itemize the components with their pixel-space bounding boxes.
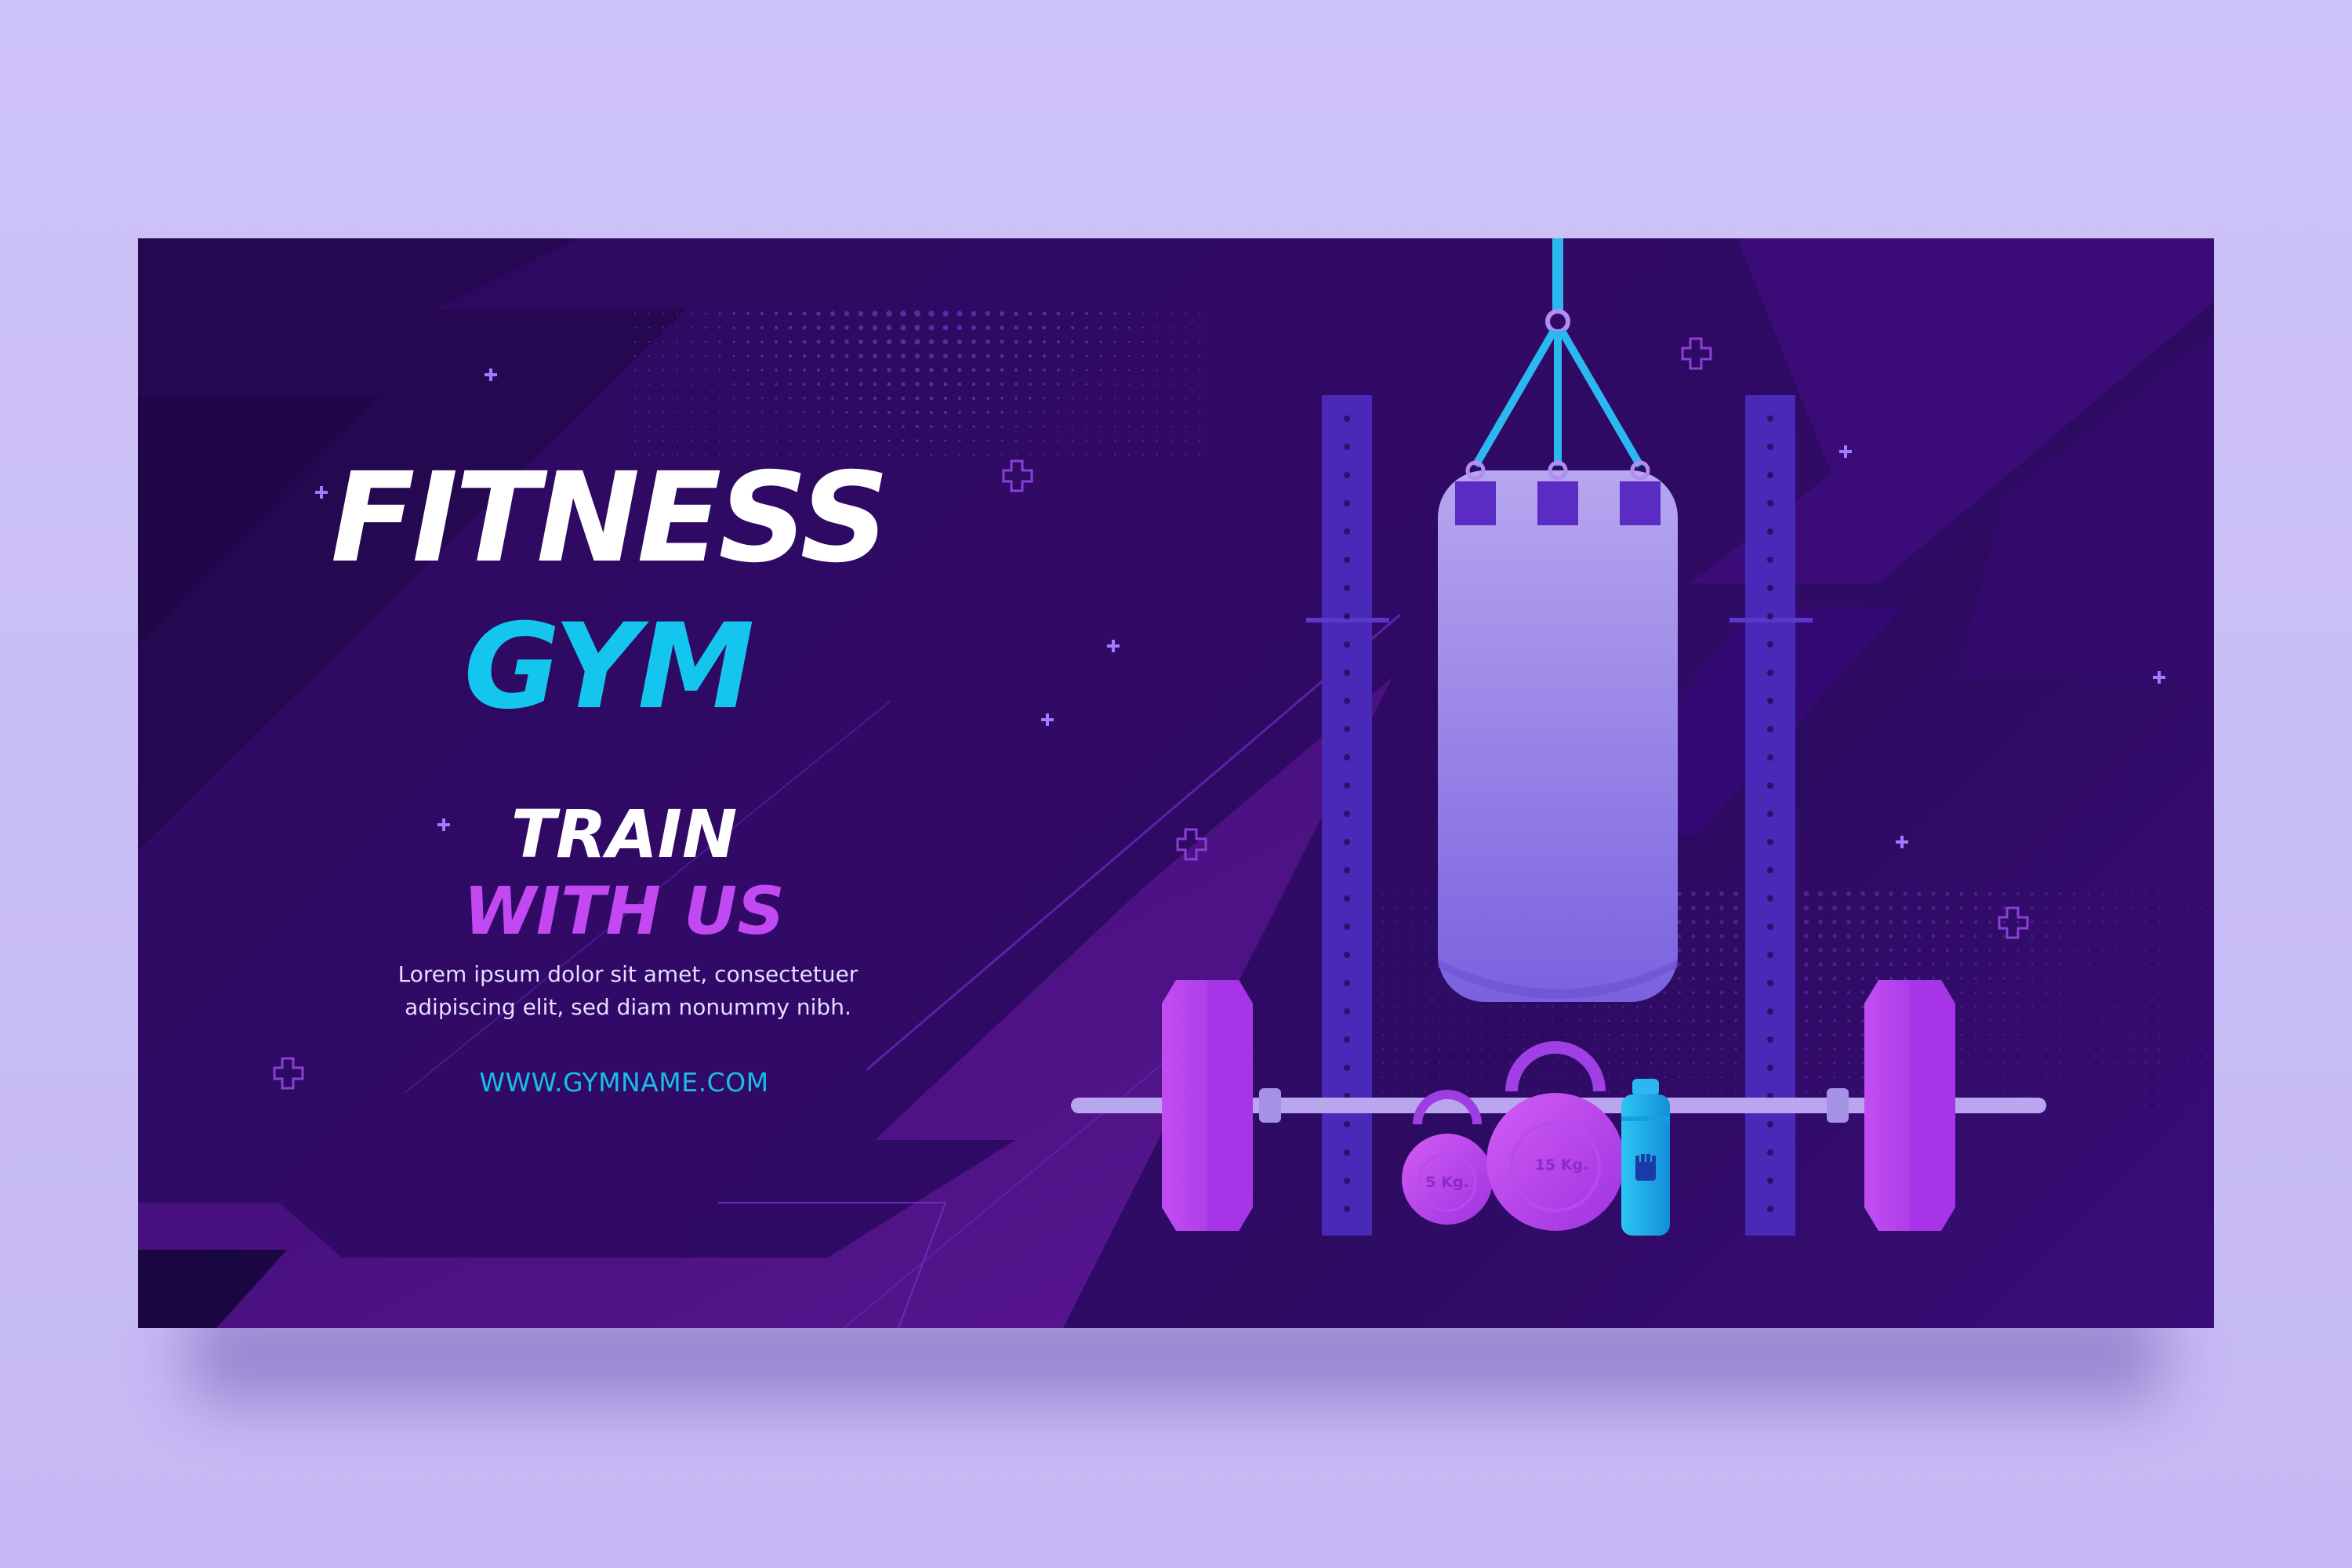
tagline-train: TRAIN — [510, 796, 738, 873]
halftone-dots — [634, 310, 1200, 456]
banner-artwork: 5 Kg. 15 Kg. — [138, 238, 2214, 1328]
small-kettlebell-label: 5 Kg. — [1425, 1174, 1468, 1191]
fitness-banner: 5 Kg. 15 Kg. FITNESS GYM TRAIN WITH US L… — [138, 238, 2214, 1328]
large-kettlebell-label: 15 Kg. — [1535, 1156, 1589, 1174]
tagline-with-us: WITH US — [463, 873, 785, 949]
kettlebell-icon: 5 Kg. — [1402, 1090, 1493, 1225]
water-bottle-icon — [1621, 1079, 1670, 1236]
headline-fitness: FITNESS — [330, 446, 890, 590]
kettlebell-icon: 15 Kg. — [1486, 1041, 1624, 1231]
headline-gym: GYM — [463, 599, 755, 735]
body-copy: Lorem ipsum dolor sit amet, consectetuer… — [397, 961, 858, 1020]
punching-bag-icon — [1438, 238, 1678, 1002]
website-link[interactable]: WWW.GYMNAME.COM — [452, 1067, 797, 1098]
